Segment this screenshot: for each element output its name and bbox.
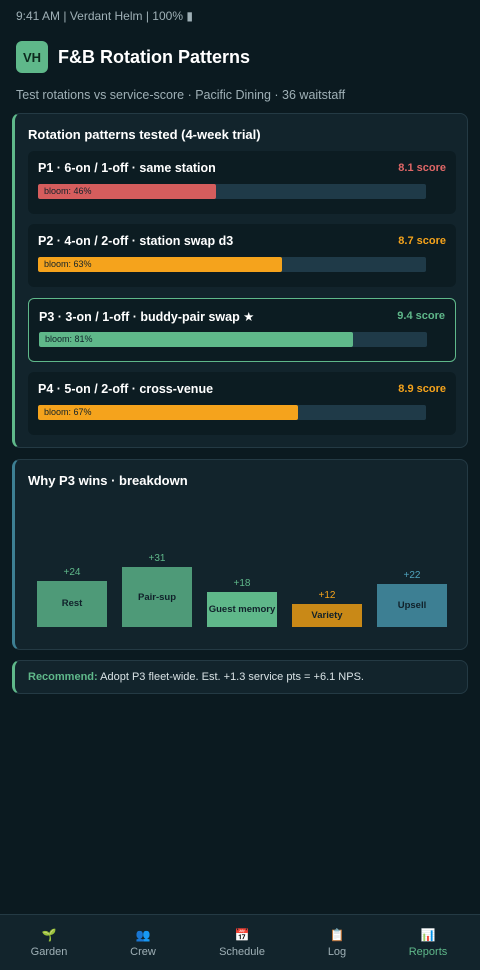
patterns-title: Rotation patterns tested (4-week trial) [28, 127, 261, 142]
bloom-bar: bloom: 46% [38, 184, 426, 199]
breakdown-chart: Rest +24 Pair-sup +31 Guest memory +18 Variety… [15, 460, 471, 651]
pattern-score: 8.1 score [398, 162, 446, 174]
nav-reports[interactable]: 📊 Reports [380, 915, 476, 970]
pattern-score: 8.9 score [398, 383, 446, 395]
pattern-score: 9.4 score [397, 310, 445, 322]
nav-schedule[interactable]: 📅 Schedule [194, 915, 290, 970]
nav-crew[interactable]: 👥 Crew [95, 915, 191, 970]
pattern-p3[interactable]: P3 · 3-on / 1-off · buddy-pair swap ★ 9.… [28, 298, 456, 362]
breakdown-bar: Upsell [377, 584, 447, 627]
breakdown-bar: Rest [37, 580, 107, 627]
bottom-nav: 🌱 Garden 👥 Crew 📅 Schedule 📋 Log 📊 Repor… [0, 914, 480, 970]
pattern-score: 8.7 score [398, 235, 446, 247]
recommend-label: Recommend: [28, 671, 98, 683]
nav-garden[interactable]: 🌱 Garden [1, 915, 97, 970]
breakdown-value-label: +18 [233, 578, 251, 590]
nav-log[interactable]: 📋 Log [289, 915, 385, 970]
clipboard-icon: 📋 [329, 928, 345, 942]
pattern-p4[interactable]: P4 · 5-on / 2-off · cross-venue 8.9 scor… [28, 372, 456, 435]
bloom-label: bloom: 81% [45, 334, 93, 344]
breakdown-value-label: +22 [403, 570, 421, 582]
nav-label: Reports [408, 946, 448, 958]
status-bar: 9:41 AM | Verdant Helm | 100% ▮ [16, 9, 193, 23]
recommend-card: Recommend: Adopt P3 fleet-wide. Est. +1.… [12, 660, 468, 694]
bloom-fill: bloom: 67% [38, 405, 298, 420]
bloom-bar: bloom: 67% [38, 405, 426, 420]
bloom-fill: bloom: 46% [38, 184, 217, 199]
bloom-label: bloom: 63% [44, 259, 92, 269]
nav-label: Crew [130, 946, 156, 958]
bloom-fill: bloom: 63% [38, 257, 283, 272]
breakdown-card: Why P3 wins · breakdown Rest +24 Pair-sup +… [12, 459, 468, 650]
page-subtitle: Test rotations vs service-score · Pacifi… [16, 88, 346, 102]
sprout-icon: 🌱 [41, 928, 57, 942]
breakdown-bar: Variety [292, 603, 362, 627]
pattern-name: P2 · 4-on / 2-off · station swap d3 [38, 234, 234, 248]
calendar-icon: 📅 [234, 928, 250, 942]
page-header: VH F&B Rotation Patterns [16, 41, 250, 73]
nav-label: Garden [30, 946, 68, 958]
recommend-body: Adopt P3 fleet-wide. Est. +1.3 service p… [97, 671, 364, 683]
breakdown-bar: Pair-sup [122, 567, 192, 627]
nav-label: Schedule [219, 946, 265, 958]
bloom-bar: bloom: 63% [38, 257, 426, 272]
breakdown-value-label: +24 [63, 566, 81, 578]
breakdown-bar: Guest memory [207, 592, 277, 627]
breakdown-value-label: +31 [148, 553, 166, 564]
bar-chart-icon: 📊 [420, 928, 436, 942]
bloom-label: bloom: 46% [44, 186, 92, 196]
page-title: F&B Rotation Patterns [58, 46, 251, 67]
nav-label: Log [327, 946, 347, 958]
pattern-p1[interactable]: P1 · 6-on / 1-off · same station 8.1 sco… [28, 151, 456, 214]
bloom-fill: bloom: 81% [39, 332, 354, 347]
pattern-name: P1 · 6-on / 1-off · same station [38, 161, 216, 175]
bloom-bar: bloom: 81% [39, 332, 427, 347]
bloom-label: bloom: 67% [44, 407, 92, 417]
pattern-name: P4 · 5-on / 2-off · cross-venue [38, 382, 214, 396]
recommend-text: Recommend: Adopt P3 fleet-wide. Est. +1.… [28, 671, 364, 683]
patterns-card: Rotation patterns tested (4-week trial) … [12, 113, 468, 448]
app-logo: VH [16, 41, 48, 73]
people-icon: 👥 [135, 928, 151, 942]
breakdown-value-label: +12 [318, 589, 336, 601]
pattern-p2[interactable]: P2 · 4-on / 2-off · station swap d3 8.7 … [28, 224, 456, 287]
pattern-name: P3 · 3-on / 1-off · buddy-pair swap ★ [39, 310, 255, 324]
